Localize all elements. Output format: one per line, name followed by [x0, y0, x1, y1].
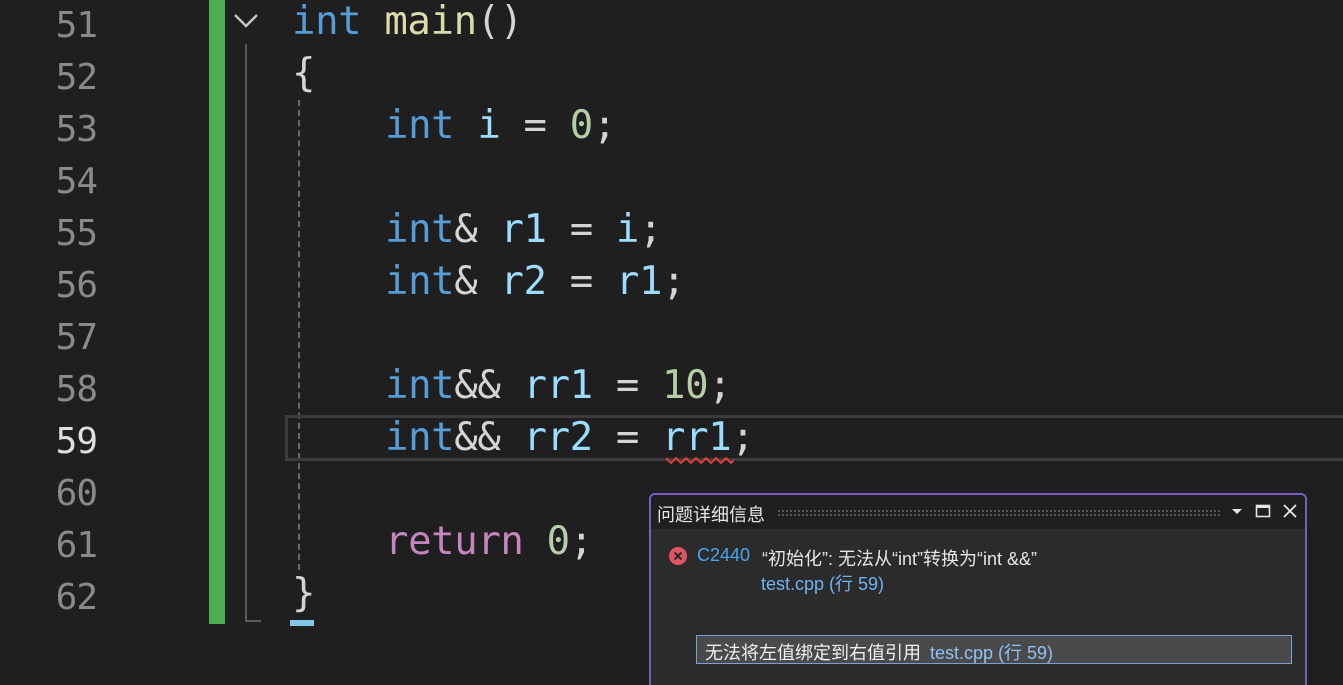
- line-number: 55: [55, 213, 98, 254]
- variable: i: [477, 103, 501, 148]
- line-number: 52: [55, 57, 98, 98]
- error-variable[interactable]: rr1: [662, 415, 732, 460]
- error-code-link[interactable]: C2440: [697, 545, 750, 566]
- number: 10: [662, 363, 709, 408]
- code-line-62[interactable]: }: [292, 568, 315, 620]
- punctuation: (): [476, 0, 524, 44]
- operator: =: [523, 103, 547, 148]
- semicolon: ;: [569, 519, 593, 564]
- variable: rr2: [523, 415, 594, 460]
- variable: rr1: [523, 363, 594, 408]
- drag-grip[interactable]: [777, 509, 1220, 517]
- line-number: 60: [55, 473, 98, 514]
- code-line-61[interactable]: return 0;: [385, 516, 593, 568]
- code-line-53[interactable]: int i = 0;: [385, 100, 616, 152]
- number: 0: [546, 519, 570, 564]
- fold-region-line: [245, 44, 247, 622]
- maximize-icon[interactable]: [1253, 501, 1273, 521]
- line-number-current: 59: [55, 421, 98, 462]
- semicolon: ;: [638, 207, 663, 252]
- close-icon[interactable]: [1280, 501, 1300, 521]
- indent-guide: [298, 100, 300, 570]
- caret-down-icon[interactable]: [1227, 501, 1247, 521]
- code-line-51[interactable]: int main(): [292, 0, 523, 48]
- semicolon: ;: [731, 415, 755, 460]
- code-line-58[interactable]: int&& rr1 = 10;: [385, 360, 732, 412]
- brace-match-highlight: [290, 620, 314, 626]
- line-number: 53: [55, 109, 98, 150]
- change-indicator-bar: [209, 0, 225, 624]
- line-number: 61: [55, 525, 98, 566]
- rvalue-reference-operator: &&: [454, 363, 501, 408]
- reference-operator: &: [454, 207, 478, 252]
- keyword: int: [385, 415, 455, 460]
- semicolon: ;: [708, 363, 732, 408]
- error-location-link[interactable]: test.cpp (行 59): [761, 570, 884, 596]
- keyword: int: [292, 0, 362, 44]
- panel-header[interactable]: 问题详细信息: [651, 495, 1305, 529]
- line-number: 56: [55, 265, 98, 306]
- line-number: 51: [55, 5, 98, 46]
- function-name: main: [384, 0, 477, 44]
- close-brace: }: [292, 571, 316, 616]
- variable: r1: [615, 259, 663, 304]
- line-number: 58: [55, 369, 98, 410]
- chevron-down-icon[interactable]: [232, 10, 260, 32]
- problem-details-panel[interactable]: 问题详细信息 C2440 “初始化”: 无法从“int”转换为“int &&” …: [649, 493, 1307, 685]
- reference-operator: &: [454, 259, 478, 304]
- number: 0: [569, 103, 593, 148]
- variable: r1: [500, 207, 547, 252]
- error-circle-icon: [669, 547, 687, 565]
- problem-detail-row[interactable]: 无法将左值绑定到右值引用 test.cpp (行 59): [696, 635, 1292, 664]
- operator: =: [615, 363, 639, 408]
- error-squiggle[interactable]: [666, 455, 734, 465]
- operator: =: [615, 415, 639, 460]
- return-keyword: return: [385, 519, 524, 564]
- rvalue-reference-operator: &&: [454, 415, 501, 460]
- keyword: int: [385, 103, 455, 148]
- line-number: 54: [55, 161, 98, 202]
- operator: =: [569, 259, 593, 304]
- error-message: “初始化”: 无法从“int”转换为“int &&”: [762, 549, 1037, 569]
- semicolon: ;: [662, 259, 686, 304]
- code-line-52[interactable]: {: [292, 48, 315, 100]
- variable: r2: [500, 259, 547, 304]
- keyword: int: [385, 259, 455, 304]
- open-brace: {: [292, 51, 316, 96]
- panel-title: 问题详细信息: [657, 505, 765, 525]
- keyword: int: [385, 207, 455, 252]
- line-number: 62: [55, 577, 98, 618]
- fold-region-end: [245, 620, 261, 622]
- code-line-56[interactable]: int& r2 = r1;: [385, 256, 686, 308]
- keyword: int: [385, 363, 455, 408]
- detail-text: 无法将左值绑定到右值引用: [705, 643, 921, 663]
- code-editor[interactable]: 51 52 53 54 55 56 57 58 59 60 61 62 int …: [0, 0, 1343, 685]
- line-number: 57: [55, 317, 98, 358]
- variable: i: [615, 207, 639, 252]
- code-line-55[interactable]: int& r1 = i;: [385, 204, 662, 256]
- operator: =: [569, 207, 593, 252]
- detail-location-link[interactable]: test.cpp (行 59): [930, 639, 1053, 665]
- semicolon: ;: [592, 103, 616, 148]
